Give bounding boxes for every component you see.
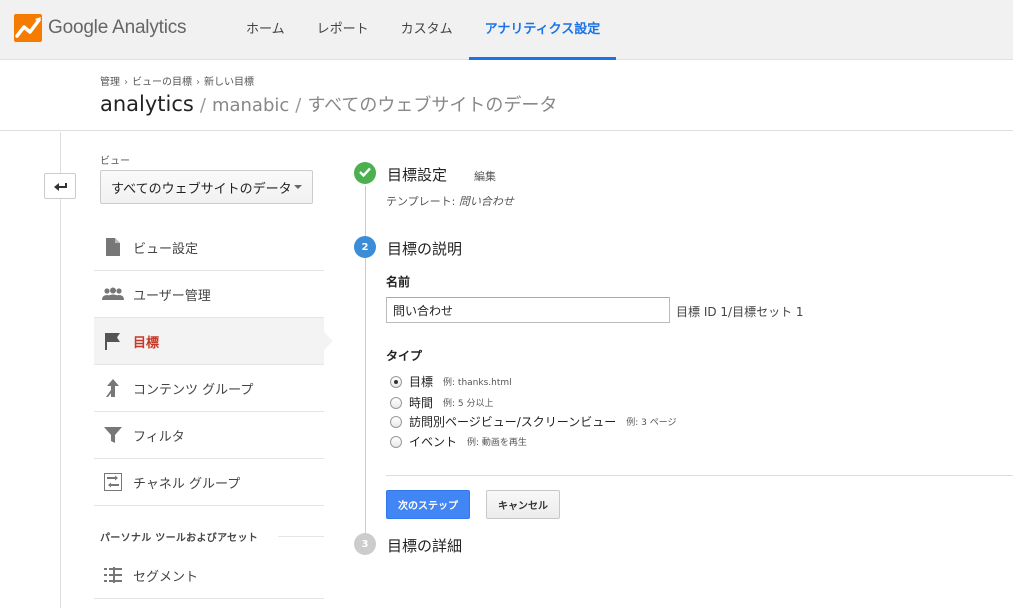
sidebar-item-user-management[interactable]: ユーザー管理 — [94, 271, 324, 318]
sidebar-item-goals[interactable]: 目標 — [94, 318, 333, 365]
nav-admin[interactable]: アナリティクス設定 — [468, 0, 617, 60]
users-icon — [102, 284, 124, 304]
sidebar-item-label: チャネル グループ — [133, 476, 241, 492]
sidebar-item-label: セグメント — [133, 569, 199, 585]
step1-title: 目標設定 — [387, 166, 448, 184]
breadcrumb: 管理 › ビューの目標 › 新しい目標 — [100, 73, 254, 88]
personal-tools-section-title: パーソナル ツールおよびアセット — [100, 533, 259, 544]
type-option-label: イベント — [409, 435, 458, 449]
sidebar-menu: ビュー設定 ユーザー管理 目標 コンテンツ グループ フィルタ チャネル グルー… — [94, 224, 333, 506]
type-option-example: 例: 動画を再生 — [467, 438, 527, 448]
nav-reports[interactable]: レポート — [301, 0, 385, 60]
nav-home[interactable]: ホーム — [230, 0, 301, 60]
breadcrumb-item-admin[interactable]: 管理 — [100, 77, 120, 88]
form-divider — [386, 475, 1013, 476]
type-option-duration[interactable]: 時間 例: 5 分以上 — [390, 394, 494, 411]
sidebar-item-channel-groups[interactable]: チャネル グループ — [94, 459, 324, 506]
view-select[interactable]: すべてのウェブサイトのデータ — [100, 170, 313, 204]
path-separator: / — [295, 95, 302, 116]
radio-button[interactable] — [390, 415, 402, 428]
filter-icon — [102, 425, 124, 445]
type-option-label: 訪問別ページビュー/スクリーンビュー — [409, 415, 617, 429]
flag-icon — [102, 331, 124, 351]
radio-button[interactable] — [390, 396, 402, 409]
page-header: 管理 › ビューの目標 › 新しい目標 analytics / manabic / すべ… — [0, 61, 1013, 131]
step3-number: 3 — [354, 533, 376, 555]
template-value: 問い合わせ — [458, 195, 514, 208]
step2-title: 目標の説明 — [387, 240, 463, 258]
breadcrumb-separator: › — [124, 77, 128, 88]
app-logo[interactable]: Google Analytics — [14, 13, 187, 43]
account-path: analytics / manabic / すべてのウェブサイトのデータ — [100, 91, 557, 117]
left-rule — [60, 132, 61, 608]
sidebar-item-segments[interactable]: セグメント — [94, 552, 324, 599]
template-label: テンプレート: — [386, 195, 456, 208]
view-label: ビュー — [100, 156, 130, 167]
view-select-value: すべてのウェブサイトのデータ — [111, 181, 292, 197]
content-group-icon — [102, 378, 124, 398]
type-option-example: 例: 5 分以上 — [443, 399, 494, 409]
analytics-logo-icon — [14, 14, 42, 42]
name-label: 名前 — [386, 275, 411, 289]
account-name[interactable]: analytics — [100, 92, 194, 116]
app-logo-text: Google Analytics — [48, 17, 187, 38]
breadcrumb-item-new-goal: 新しい目標 — [204, 77, 254, 88]
step1-complete-indicator — [354, 162, 376, 184]
step2-number: 2 — [354, 236, 376, 258]
type-option-example: 例: thanks.html — [443, 378, 512, 388]
template-summary: テンプレート: 問い合わせ — [386, 193, 514, 209]
type-option-label: 目標 — [409, 375, 434, 389]
sidebar-item-label: フィルタ — [133, 429, 185, 445]
type-option-pages-per-session[interactable]: 訪問別ページビュー/スクリーンビュー 例: 3 ページ — [390, 413, 677, 430]
type-option-event[interactable]: イベント 例: 動画を再生 — [390, 433, 527, 450]
property-name[interactable]: manabic — [212, 95, 289, 116]
checkmark-icon — [359, 167, 371, 180]
breadcrumb-item-view-goals[interactable]: ビューの目標 — [132, 77, 192, 88]
step1-edit-link[interactable]: 編集 — [474, 168, 496, 184]
type-label: タイプ — [386, 349, 423, 363]
top-bar: Google Analytics ホーム レポート カスタム アナリティクス設定 — [0, 0, 1013, 60]
breadcrumb-separator: › — [196, 77, 200, 88]
radio-button[interactable] — [390, 375, 402, 388]
view-name[interactable]: すべてのウェブサイトのデータ — [307, 91, 557, 117]
document-icon — [102, 237, 124, 257]
sidebar-item-filters[interactable]: フィルタ — [94, 412, 324, 459]
goal-name-input[interactable] — [386, 297, 670, 323]
type-option-example: 例: 3 ページ — [626, 418, 677, 428]
path-separator: / — [199, 95, 206, 116]
main-nav: ホーム レポート カスタム アナリティクス設定 — [230, 0, 617, 60]
section-divider — [278, 536, 324, 537]
type-option-label: 時間 — [409, 396, 434, 410]
nav-custom[interactable]: カスタム — [385, 0, 469, 60]
channel-group-icon — [102, 472, 124, 492]
sidebar-item-view-settings[interactable]: ビュー設定 — [94, 224, 324, 271]
cancel-button[interactable]: キャンセル — [486, 490, 560, 519]
radio-button[interactable] — [390, 435, 402, 448]
sidebar-item-label: コンテンツ グループ — [133, 382, 254, 398]
step3-title: 目標の詳細 — [387, 537, 463, 555]
sidebar-item-label: ユーザー管理 — [133, 288, 211, 304]
segment-icon — [102, 565, 124, 585]
back-button[interactable] — [44, 173, 76, 199]
caret-down-icon — [294, 185, 302, 189]
back-arrow-icon — [53, 177, 67, 196]
goal-id-text: 目標 ID 1/目標セット 1 — [676, 305, 804, 319]
sidebar-item-label: 目標 — [133, 335, 160, 351]
sidebar-item-label: ビュー設定 — [133, 241, 199, 257]
type-option-destination[interactable]: 目標 例: thanks.html — [390, 373, 512, 390]
next-step-button[interactable]: 次のステップ — [386, 490, 470, 519]
sidebar-item-content-groups[interactable]: コンテンツ グループ — [94, 365, 324, 412]
